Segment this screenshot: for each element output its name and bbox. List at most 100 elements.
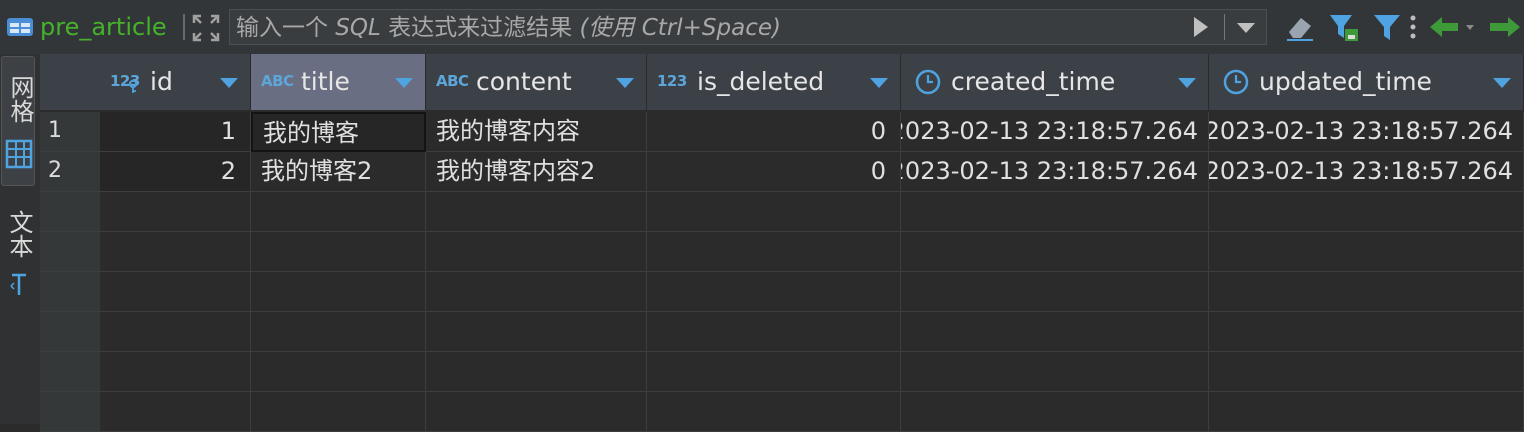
cell-created-time[interactable]: 2023-02-13 23:18:57.264 — [901, 152, 1209, 192]
empty-cell — [647, 232, 901, 272]
empty-cell — [251, 272, 426, 312]
eraser-icon[interactable] — [1283, 10, 1317, 44]
play-icon[interactable] — [1185, 10, 1215, 44]
row-number-empty — [40, 312, 100, 352]
cell-created-time[interactable]: 2023-02-13 23:18:57.264 — [901, 112, 1209, 152]
cell-updated-time[interactable]: 2023-02-13 23:18:57.264 — [1209, 152, 1524, 192]
cell-is-deleted[interactable]: 0 — [647, 152, 901, 192]
clock-icon — [1223, 69, 1249, 95]
empty-cell — [1209, 272, 1524, 312]
view-mode-sidebar: 网格 文本 — [0, 54, 40, 424]
empty-cell — [100, 312, 251, 352]
filter-input[interactable]: 输入一个 SQL 表达式来过滤结果 (使用 Ctrl+Space) — [229, 9, 1267, 45]
tab-grid-label: 网格 — [6, 75, 34, 123]
table-name[interactable]: pre_article — [40, 12, 167, 42]
row-number-header — [40, 54, 100, 110]
input-divider — [1224, 14, 1225, 40]
empty-cell — [251, 392, 426, 432]
text-type-icon: ABC — [436, 72, 469, 90]
tab-grid[interactable]: 网格 — [1, 56, 35, 186]
table-row[interactable]: 1 1 我的博客 我的博客内容 0 2023-02-13 23:18:57.26… — [40, 112, 1524, 152]
empty-cell — [901, 312, 1209, 352]
empty-cell — [647, 272, 901, 312]
row-number-empty — [40, 392, 100, 432]
toolbar-divider — [183, 14, 185, 40]
sort-icon[interactable] — [1178, 78, 1196, 88]
cell-content[interactable]: 我的博客内容 — [426, 112, 647, 152]
key-icon — [128, 80, 138, 93]
text-icon — [10, 273, 26, 295]
column-header-id[interactable]: 123 id — [100, 54, 251, 110]
filter-save-icon[interactable] — [1327, 10, 1361, 44]
empty-cell — [901, 392, 1209, 432]
empty-cell — [901, 232, 1209, 272]
cell-updated-time[interactable]: 2023-02-13 23:18:57.264 — [1209, 112, 1524, 152]
cell-title[interactable]: 我的博客2 — [251, 152, 426, 192]
empty-cell — [426, 392, 647, 432]
empty-row — [40, 352, 1524, 392]
empty-cell — [901, 352, 1209, 392]
empty-cell — [251, 312, 426, 352]
empty-cell — [100, 272, 251, 312]
empty-row — [40, 272, 1524, 312]
cell-id[interactable]: 1 — [100, 112, 251, 152]
forward-arrow-icon[interactable] — [1486, 10, 1522, 44]
empty-cell — [901, 272, 1209, 312]
column-name-id: id — [150, 67, 173, 96]
row-number-empty — [40, 192, 100, 232]
empty-cell — [426, 232, 647, 272]
empty-cell — [901, 192, 1209, 232]
empty-cell — [251, 232, 426, 272]
empty-cell — [1209, 392, 1524, 432]
empty-cell — [647, 352, 901, 392]
dropdown-icon[interactable] — [1229, 10, 1263, 44]
expand-icon[interactable] — [191, 13, 221, 43]
empty-cell — [1209, 352, 1524, 392]
row-number-empty — [40, 272, 100, 312]
cell-title[interactable]: 我的博客 — [251, 112, 426, 152]
empty-cell — [426, 352, 647, 392]
empty-cell — [1209, 192, 1524, 232]
row-number[interactable]: 1 — [40, 112, 100, 152]
empty-cell — [647, 392, 901, 432]
numeric-type-icon: 123 — [657, 72, 687, 90]
table-icon — [7, 18, 33, 36]
tab-text[interactable]: 文本 — [1, 202, 35, 312]
sort-icon[interactable] — [220, 78, 238, 88]
column-header-title[interactable]: ABC title — [251, 54, 426, 110]
column-name-content: content — [476, 67, 572, 96]
column-name-updated-time: updated_time — [1259, 67, 1432, 96]
row-number-empty — [40, 352, 100, 392]
filter-toolbar: pre_article 输入一个 SQL 表达式来过滤结果 (使用 Ctrl+S… — [0, 0, 1524, 54]
cell-is-deleted[interactable]: 0 — [647, 112, 901, 152]
empty-cell — [1209, 232, 1524, 272]
filter-icon[interactable] — [1370, 10, 1404, 44]
column-header-created-time[interactable]: created_time — [901, 54, 1209, 110]
sort-icon[interactable] — [870, 78, 888, 88]
column-header-is-deleted[interactable]: 123 is_deleted — [647, 54, 901, 110]
empty-cell — [100, 192, 251, 232]
table-row[interactable]: 2 2 我的博客2 我的博客内容2 0 2023-02-13 23:18:57.… — [40, 152, 1524, 192]
sort-icon[interactable] — [395, 78, 413, 88]
empty-row — [40, 312, 1524, 352]
column-header-content[interactable]: ABC content — [426, 54, 647, 110]
column-name-is-deleted: is_deleted — [697, 67, 825, 96]
empty-cell — [647, 312, 901, 352]
empty-row — [40, 192, 1524, 232]
clock-icon — [915, 69, 941, 95]
empty-cell — [100, 232, 251, 272]
more-icon[interactable] — [1403, 10, 1423, 44]
sort-icon[interactable] — [616, 78, 634, 88]
text-type-icon: ABC — [261, 72, 294, 90]
empty-row — [40, 232, 1524, 272]
row-number-empty — [40, 232, 100, 272]
cell-id[interactable]: 2 — [100, 152, 251, 192]
back-arrow-icon[interactable] — [1428, 10, 1478, 44]
cell-content[interactable]: 我的博客内容2 — [426, 152, 647, 192]
empty-cell — [251, 352, 426, 392]
sort-icon[interactable] — [1493, 78, 1511, 88]
column-header-updated-time[interactable]: updated_time — [1209, 54, 1524, 110]
results-grid: 123 id ABC title ABC content 123 is_dele… — [40, 54, 1524, 432]
empty-cell — [647, 192, 901, 232]
row-number[interactable]: 2 — [40, 152, 100, 192]
